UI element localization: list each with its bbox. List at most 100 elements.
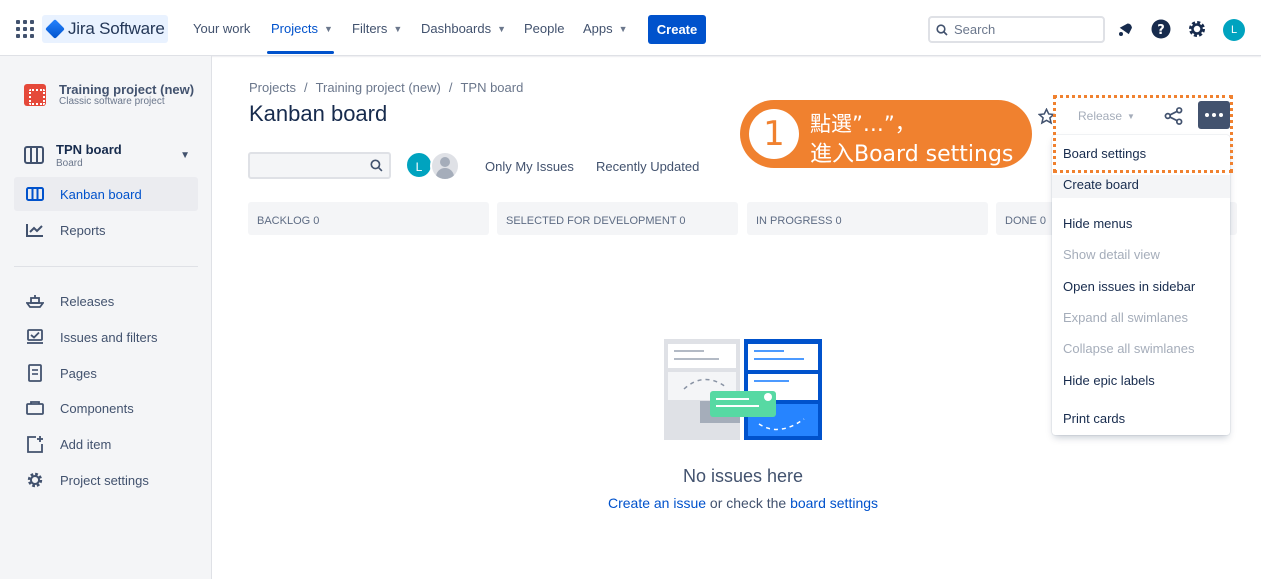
empty-state-message: Create an issue or check the board setti… [0,495,1261,511]
nav-label: Apps [583,21,613,36]
sidebar-item-reports[interactable]: Reports [14,213,198,247]
breadcrumb-project[interactable]: Training project (new) [316,80,441,95]
sidebar-item-label: Reports [60,222,106,238]
nav-your-work[interactable]: Your work [193,21,250,36]
breadcrumb-separator: / [448,80,453,95]
menu-item-create-board[interactable]: Create board [1063,177,1139,192]
step-number: 1 [749,109,799,159]
quick-filter-recently-updated[interactable]: Recently Updated [596,159,699,174]
project-avatar-icon [24,84,46,106]
chevron-down-icon: ▼ [180,150,190,161]
column-header-in-progress: IN PROGRESS 0 [747,202,988,235]
sidebar-item-issues-and-filters[interactable]: Issues and filters [14,320,198,354]
empty-board-illustration [664,339,822,440]
column-header-backlog: BACKLOG 0 [248,202,489,235]
nav-active-indicator [267,51,334,54]
callout-text-line2: 進入Board settings [810,142,1014,167]
board-name: TPN board [56,142,122,157]
jira-diamond-icon [45,19,65,39]
column-name: SELECTED FOR DEVELOPMENT [506,215,677,227]
sidebar-item-components[interactable]: Components [14,391,198,425]
reports-chart-icon [24,219,46,241]
column-count: 0 [1039,215,1046,227]
sidebar-divider [14,266,198,267]
board-sub-label: Board [56,158,83,169]
search-input[interactable] [954,22,1094,37]
search-icon [370,159,383,172]
board-actions-menu: Board settings Create board Hide menus S… [1052,135,1230,435]
sidebar-item-kanban-board[interactable]: Kanban board [14,177,198,211]
callout-text-line1: 點選”…”， [810,112,916,136]
nav-label: Dashboards [421,21,492,36]
nav-apps[interactable]: Apps ▼ [583,21,628,36]
menu-item-expand-all-swimlanes: Expand all swimlanes [1063,310,1189,325]
sidebar-item-label: Add item [60,436,112,452]
nav-dashboards[interactable]: Dashboards ▼ [421,21,506,36]
board-icon [24,146,44,164]
nav-label: Projects [271,21,318,36]
components-box-icon [24,397,46,419]
step-callout: 1 點選”…”， 進入Board settings [740,100,1032,168]
board-search-input[interactable] [248,152,391,179]
issues-filter-icon [24,326,46,348]
assignee-avatar[interactable]: L [405,151,433,179]
sidebar-item-label: Kanban board [60,186,142,202]
column-count: 0 [313,215,320,227]
chevron-down-icon: ▼ [323,23,333,34]
sidebar-item-add-item[interactable]: Add item [14,427,198,461]
jira-logo[interactable]: Jira Software [42,15,168,43]
logo-text: Jira Software [68,19,165,38]
menu-item-print-cards[interactable]: Print cards [1063,411,1125,426]
sidebar-item-label: Issues and filters [60,329,158,345]
nav-label: Filters [352,21,388,36]
breadcrumb: Projects / Training project (new) / TPN … [249,80,523,95]
chevron-down-icon: ▼ [618,23,628,34]
ship-icon [24,290,46,312]
nav-label: Your work [193,21,251,36]
board-switcher[interactable]: TPN board Board ▼ [24,140,194,172]
sidebar-item-releases[interactable]: Releases [14,284,198,318]
column-header-selected-for-development: SELECTED FOR DEVELOPMENT 0 [497,202,738,235]
menu-item-collapse-all-swimlanes: Collapse all swimlanes [1063,341,1195,356]
sidebar-item-label: Pages [60,365,97,381]
menu-item-hide-epic-labels[interactable]: Hide epic labels [1063,373,1155,388]
create-button[interactable]: Create [648,15,706,44]
board-settings-link[interactable]: board settings [790,495,878,511]
unassigned-avatar-icon[interactable] [430,151,460,181]
sidebar-item-label: Releases [60,293,115,309]
search-box[interactable] [928,16,1105,43]
menu-item-open-issues-in-sidebar[interactable]: Open issues in sidebar [1063,279,1195,294]
settings-gear-icon[interactable] [1187,19,1207,39]
chevron-down-icon: ▼ [497,23,507,34]
create-issue-link[interactable]: Create an issue [608,495,706,511]
menu-item-show-detail-view: Show detail view [1063,247,1160,262]
breadcrumb-separator: / [303,80,308,95]
sidebar-item-pages[interactable]: Pages [14,356,198,390]
column-name: BACKLOG [257,215,311,227]
nav-projects[interactable]: Projects ▼ [271,21,333,36]
project-name[interactable]: Training project (new) [59,82,194,97]
breadcrumb-board[interactable]: TPN board [460,80,523,95]
empty-state-title: No issues here [682,466,804,486]
breadcrumb-projects[interactable]: Projects [249,80,296,95]
page-title: Kanban board [249,101,388,126]
column-count: 0 [835,215,842,227]
column-name: IN PROGRESS [756,215,833,227]
column-name: DONE [1005,215,1037,227]
search-icon [936,23,948,36]
app-switcher-icon[interactable] [16,20,34,38]
page-document-icon [24,362,46,384]
nav-people[interactable]: People [524,21,564,36]
menu-item-hide-menus[interactable]: Hide menus [1063,216,1132,231]
sidebar-item-label: Components [60,400,134,416]
nav-filters[interactable]: Filters ▼ [352,21,402,36]
user-avatar[interactable]: L [1223,19,1245,41]
top-navigation: Jira Software Your work Projects ▼ Filter… [0,0,1261,56]
highlight-annotation-box [1053,95,1233,173]
add-item-icon [24,433,46,455]
quick-filter-only-my-issues[interactable]: Only My Issues [485,159,574,174]
notifications-icon[interactable] [1115,19,1135,39]
nav-label: People [524,21,565,36]
project-type: Classic software project [59,96,165,107]
help-icon[interactable]: ? [1151,19,1171,39]
